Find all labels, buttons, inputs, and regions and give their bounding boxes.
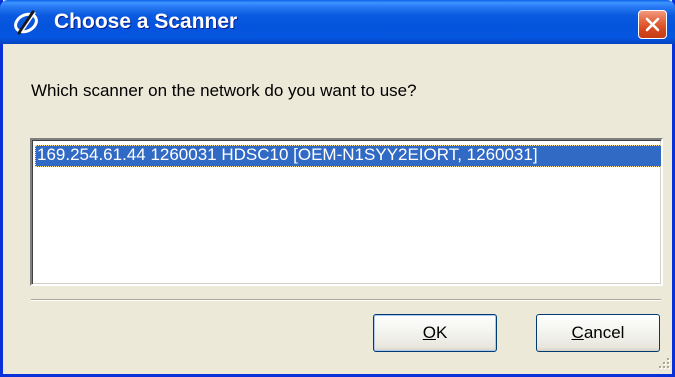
ok-accelerator: O [422, 323, 436, 342]
window-title: Choose a Scanner [54, 10, 238, 33]
ok-button[interactable]: OK [373, 314, 497, 352]
list-item-scanner[interactable]: 169.254.61.44 1260031 HDSC10 [OEM-N1SYY2… [35, 145, 661, 167]
close-button[interactable] [638, 10, 667, 39]
ok-label: K [435, 323, 448, 342]
scanner-app-icon [14, 10, 38, 35]
cancel-accelerator: C [571, 323, 584, 342]
resize-grip-icon[interactable] [657, 356, 671, 370]
separator [31, 299, 661, 301]
cancel-label: ancel [583, 323, 625, 342]
choose-scanner-dialog: Choose a Scanner Which scanner on the ne… [0, 0, 675, 377]
scanner-listbox[interactable]: 169.254.61.44 1260031 HDSC10 [OEM-N1SYY2… [30, 138, 663, 286]
title-bar[interactable]: Choose a Scanner [0, 0, 675, 44]
scanner-prompt: Which scanner on the network do you want… [31, 81, 417, 100]
close-icon [645, 17, 660, 32]
cancel-button[interactable]: Cancel [536, 314, 660, 352]
